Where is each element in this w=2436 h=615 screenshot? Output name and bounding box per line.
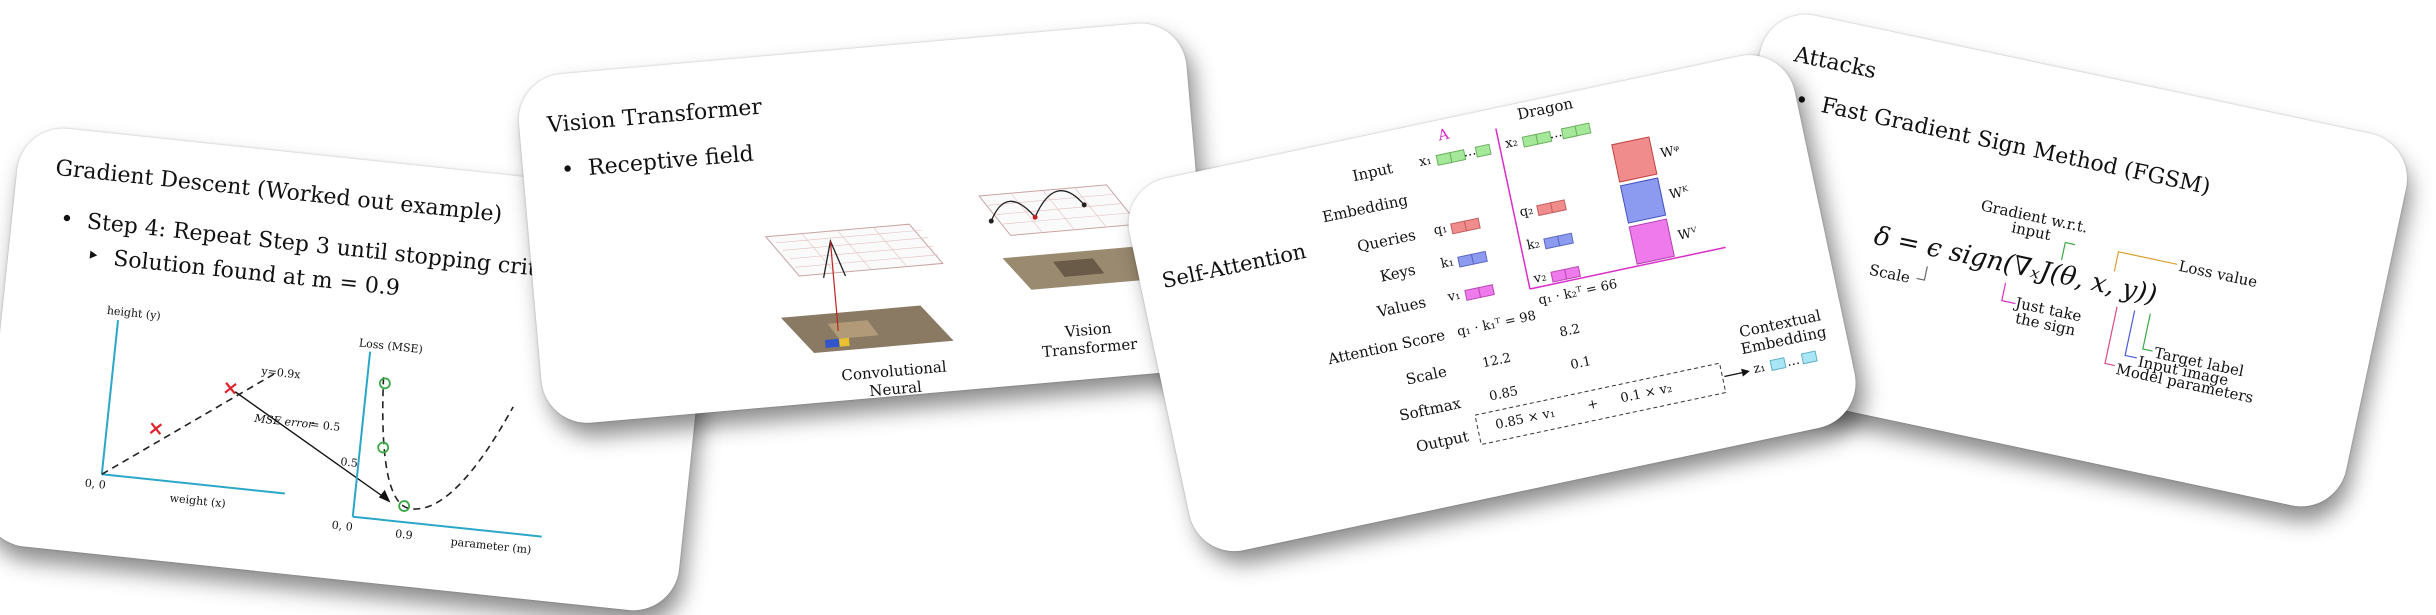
right-y-axis [351, 351, 372, 517]
slide-card-self-attention[interactable]: Self-Attention Input Embedding Queries K… [1120, 46, 1865, 560]
cnn-caption: Convolutional Neural Network [840, 357, 948, 419]
right-y-tick: 0.5 [339, 455, 359, 470]
loss-curve [381, 377, 514, 510]
output-box [1474, 362, 1727, 446]
token-baseline [1529, 246, 1726, 290]
cnn-grid-illustration [764, 223, 954, 353]
wk-matrix [1619, 177, 1667, 224]
left-y-axis [100, 320, 120, 475]
slide-card-vision-transformer[interactable]: Vision Transformer • Receptive field Con… [515, 19, 1213, 427]
k1-label: k₁ [1439, 254, 1456, 272]
q2-label: q₂ [1518, 202, 1535, 221]
wq-matrix [1611, 136, 1658, 183]
mse-arrow [234, 391, 388, 500]
q1-label: q₁ [1432, 221, 1449, 239]
ellipsis-1: … [1461, 143, 1478, 161]
left-origin-label: 0, 0 [84, 476, 107, 492]
k2-label: k₂ [1525, 236, 1542, 254]
ellipsis-2: … [1547, 125, 1564, 143]
token1-vectors [1435, 143, 1495, 301]
right-origin-label: 0, 0 [331, 518, 354, 534]
left-x-axis [101, 473, 285, 495]
fit-line [101, 371, 278, 475]
right-x-axis [352, 515, 542, 538]
wv-matrix [1628, 218, 1675, 265]
attention-diagram [1435, 122, 1818, 446]
right-x-tick: 0.9 [394, 527, 414, 543]
v2-label: v₂ [1532, 269, 1548, 287]
ellipsis-z: … [1785, 352, 1802, 370]
red-x-marks [149, 382, 237, 435]
v1-label: v₁ [1446, 287, 1462, 306]
token2-vectors [1521, 122, 1592, 283]
z1-vector [1769, 357, 1787, 371]
